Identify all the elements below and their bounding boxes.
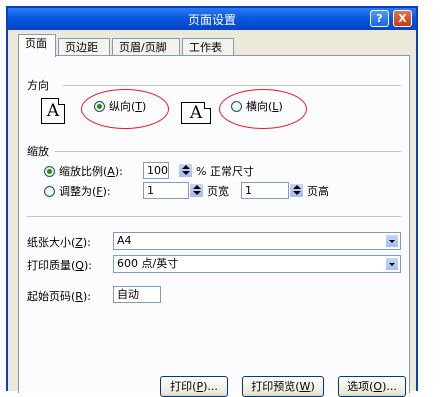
section-divider [27,216,401,217]
print-quality-dropdown-icon[interactable] [385,257,399,271]
title-bar[interactable]: 页面设置 ? X [8,8,416,30]
scale-percent-input[interactable]: 100 [143,162,169,179]
fit-to-radio[interactable] [44,186,55,197]
landscape-radio[interactable] [231,101,242,112]
options-button[interactable]: 选项(O)... [338,376,406,397]
page-setup-dialog: 页面设置 ? X 页面 页边距 页眉/页脚 工作表 方向 A 纵向(T) A 横… [6,6,418,397]
paper-size-label: 纸张大小(Z): [27,236,91,249]
adjust-to-radio[interactable] [44,166,55,177]
fit-to-label[interactable]: 调整为(F): [59,183,111,199]
page-tab-panel: 方向 A 纵向(T) A 横向(L) 缩放 缩放比例(A): 100 % 正常尺… [18,55,410,397]
landscape-label[interactable]: 横向(L) [246,98,283,114]
tab-page[interactable]: 页面 [18,34,56,57]
pages-wide-input[interactable]: 1 [143,182,189,199]
adjust-to-label[interactable]: 缩放比例(A): [59,163,123,179]
print-preview-button[interactable]: 打印预览(W) [242,376,324,397]
tab-header-footer[interactable]: 页眉/页脚 [112,38,180,56]
pages-tall-label: 页高 [307,185,329,198]
scaling-divider [55,151,401,152]
scale-percent-spinner[interactable] [178,163,193,178]
tab-margins[interactable]: 页边距 [58,38,110,56]
orientation-heading: 方向 [27,79,49,92]
first-page-number-input[interactable]: 自动 [113,286,161,303]
portrait-paper-icon: A [41,98,65,124]
paper-size-select[interactable]: A4 [113,232,401,250]
help-button[interactable]: ? [370,10,389,27]
print-button[interactable]: 打印(P)... [160,376,228,397]
scale-unit-label: % 正常尺寸 [196,165,254,178]
pages-tall-spinner[interactable] [289,183,304,198]
dialog-title: 页面设置 [187,13,236,27]
tab-sheet[interactable]: 工作表 [182,38,234,56]
portrait-radio[interactable] [94,101,105,112]
landscape-paper-icon: A [181,102,211,124]
paper-size-dropdown-icon[interactable] [385,234,399,248]
pages-wide-label: 页宽 [207,185,229,198]
close-button[interactable]: X [393,10,412,27]
pages-wide-spinner[interactable] [189,183,204,198]
print-quality-label: 打印质量(Q): [27,259,92,272]
first-page-number-label: 起始页码(R): [27,290,91,303]
portrait-label[interactable]: 纵向(T) [109,98,146,114]
pages-tall-input[interactable]: 1 [241,182,289,199]
print-quality-select[interactable]: 600 点/英寸 [113,255,401,273]
scaling-heading: 缩放 [27,145,49,158]
orientation-divider [63,85,401,86]
